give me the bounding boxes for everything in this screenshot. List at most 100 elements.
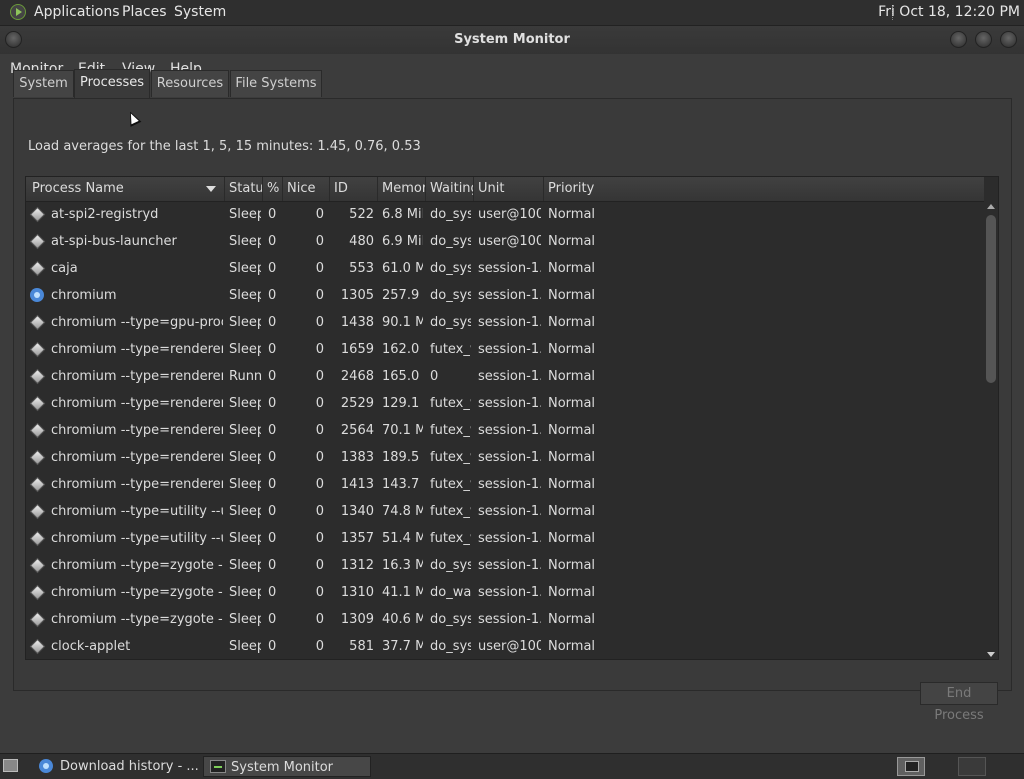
cell-priority: Normal: [548, 288, 596, 303]
process-row[interactable]: chromium --type=renderer -- Sleep 0 0 2564 70…: [26, 417, 984, 444]
cell-priority: Normal: [548, 585, 596, 600]
cell-unit: session-1.s: [478, 450, 541, 465]
cell-name: chromium --type=gpu-process: [51, 315, 223, 330]
cell-name: chromium --type=renderer --: [51, 477, 223, 492]
cell-cpu: 0: [268, 477, 277, 492]
maximize-button[interactable]: [975, 31, 992, 48]
cell-name: clock-applet: [51, 639, 131, 654]
cell-waiting: futex_w: [430, 531, 471, 546]
scroll-up-icon[interactable]: [987, 204, 995, 209]
process-row[interactable]: chromium --type=renderer -- Running 0 0 2468…: [26, 363, 984, 390]
tab-file-systems[interactable]: File Systems: [230, 70, 322, 97]
workspace-2[interactable]: [958, 757, 986, 776]
scrollbar-thumb[interactable]: [986, 215, 996, 383]
show-desktop-icon[interactable]: [3, 759, 18, 772]
system-menu[interactable]: System: [174, 0, 226, 25]
cell-id: 1305: [340, 288, 374, 303]
taskbar-item-system-monitor[interactable]: System Monitor: [203, 756, 371, 777]
column-priority[interactable]: Priority: [544, 177, 984, 201]
cell-waiting: do_sys: [430, 612, 471, 627]
process-row[interactable]: chromium --type=zygote --c Sleep 0 0 1310 41.…: [26, 579, 984, 606]
cell-memory: 61.0 MiB: [382, 261, 423, 276]
cell-priority: Normal: [548, 558, 596, 573]
load-averages-label: Load averages for the last 1, 5, 15 minu…: [28, 139, 421, 154]
cell-nice: 0: [315, 396, 324, 411]
cell-cpu: 0: [268, 558, 277, 573]
column-waiting-channel[interactable]: Waiting: [426, 177, 474, 201]
process-row[interactable]: clock-applet Sleep 0 0 581 37.7 MiB do_sys user…: [26, 633, 984, 659]
places-menu[interactable]: Places: [122, 0, 167, 25]
tab-resources[interactable]: Resources: [151, 70, 229, 97]
tab-system[interactable]: System: [13, 70, 74, 97]
cell-memory: 129.1 MiB: [382, 396, 423, 411]
process-row[interactable]: at-spi2-registryd Sleep 0 0 522 6.8 MiB do_sys…: [26, 201, 984, 228]
process-row[interactable]: caja Sleep 0 0 553 61.0 MiB do_sys session-1.s N…: [26, 255, 984, 282]
diamond-icon: [29, 611, 46, 628]
cell-unit: user@1000: [478, 207, 541, 222]
cell-waiting: futex_w: [430, 342, 471, 357]
cell-nice: 0: [315, 423, 324, 438]
clock[interactable]: Fri Oct 18, 12:20 PM: [878, 0, 1020, 25]
cell-priority: Normal: [548, 477, 596, 492]
tab-processes[interactable]: Processes: [74, 69, 150, 98]
cell-memory: 51.4 MiB: [382, 531, 423, 546]
cell-status: Sleep: [229, 207, 261, 222]
process-row[interactable]: at-spi-bus-launcher Sleep 0 0 480 6.9 MiB do_s…: [26, 228, 984, 255]
process-row[interactable]: chromium --type=renderer -- Sleep 0 0 2529 12…: [26, 390, 984, 417]
cell-id: 1310: [340, 585, 374, 600]
minimize-button[interactable]: [950, 31, 967, 48]
diamond-icon: [29, 314, 46, 331]
cell-nice: 0: [315, 585, 324, 600]
cell-id: 1312: [340, 558, 374, 573]
cell-status: Sleep: [229, 477, 261, 492]
title-bar[interactable]: System Monitor: [0, 26, 1024, 54]
cell-status: Sleep: [229, 423, 261, 438]
process-row[interactable]: chromium --type=utility --ut Sleep 0 0 1357 5…: [26, 525, 984, 552]
mate-logo-icon[interactable]: [10, 4, 26, 20]
workspace-1[interactable]: [897, 757, 925, 776]
vertical-scrollbar[interactable]: [984, 201, 998, 659]
process-row[interactable]: chromium --type=zygote --c Sleep 0 0 1312 16.…: [26, 552, 984, 579]
cell-priority: Normal: [548, 261, 596, 276]
cell-waiting: do_sys: [430, 558, 471, 573]
cell-nice: 0: [315, 369, 324, 384]
cell-cpu: 0: [268, 207, 277, 222]
column-cpu[interactable]: %: [263, 177, 283, 201]
cell-waiting: futex_w: [430, 450, 471, 465]
cell-nice: 0: [315, 531, 324, 546]
column-process-name[interactable]: Process Name: [26, 177, 225, 201]
cell-name: chromium --type=zygote --c: [51, 558, 223, 573]
process-row[interactable]: chromium --type=utility --ut Sleep 0 0 1340 7…: [26, 498, 984, 525]
cell-cpu: 0: [268, 369, 277, 384]
process-list[interactable]: Process Name Statu % Nice ID Memor Waiti…: [25, 176, 999, 660]
column-unit[interactable]: Unit: [474, 177, 544, 201]
process-row[interactable]: chromium --type=renderer -- Sleep 0 0 1383 18…: [26, 444, 984, 471]
column-id[interactable]: ID: [330, 177, 378, 201]
diamond-icon: [29, 476, 46, 493]
cell-id: 1340: [340, 504, 374, 519]
scroll-down-icon[interactable]: [987, 652, 995, 657]
cell-status: Sleep: [229, 261, 261, 276]
cell-waiting: do_wa: [430, 585, 471, 600]
taskbar-item-download-history[interactable]: Download history - ...: [33, 756, 199, 777]
end-process-button[interactable]: End Process: [920, 682, 998, 723]
process-row[interactable]: chromium --type=gpu-process Sleep 0 0 1438 90…: [26, 309, 984, 336]
process-row[interactable]: chromium Sleep 0 0 1305 257.9 MiB do_sys sessio…: [26, 282, 984, 309]
column-status[interactable]: Statu: [225, 177, 263, 201]
cell-id: 2529: [340, 396, 374, 411]
process-row[interactable]: chromium --type=renderer -- Sleep 0 0 1659 16…: [26, 336, 984, 363]
column-nice[interactable]: Nice: [283, 177, 330, 201]
cell-priority: Normal: [548, 423, 596, 438]
cell-name: chromium --type=renderer --: [51, 450, 223, 465]
applications-menu[interactable]: Applications: [34, 0, 120, 25]
close-button[interactable]: [1000, 31, 1017, 48]
process-row[interactable]: chromium --type=renderer -- Sleep 0 0 1413 14…: [26, 471, 984, 498]
process-row[interactable]: chromium --type=zygote --n Sleep 0 0 1309 40.…: [26, 606, 984, 633]
chromium-icon: [30, 288, 44, 302]
cell-waiting: futex_w: [430, 396, 471, 411]
cell-status: Sleep: [229, 396, 261, 411]
cell-id: 522: [349, 207, 374, 222]
cell-cpu: 0: [268, 450, 277, 465]
column-memory[interactable]: Memor: [378, 177, 426, 201]
diamond-icon: [29, 530, 46, 547]
